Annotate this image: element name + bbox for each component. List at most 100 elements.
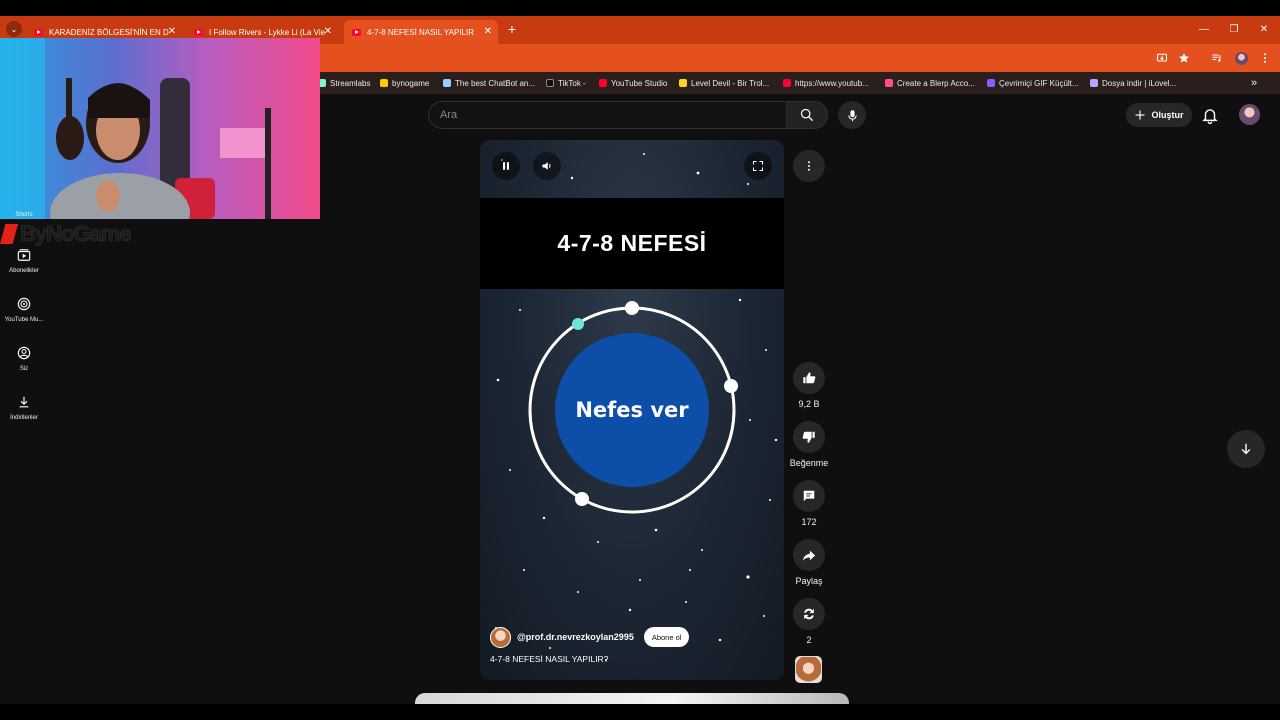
more-options-button[interactable] [793, 150, 825, 182]
bookmark-favicon-icon [380, 79, 388, 87]
create-button[interactable]: Oluştur [1126, 103, 1192, 127]
bookmark-item[interactable]: bynogame [380, 76, 429, 90]
share-button[interactable] [793, 539, 825, 571]
progress-dot [572, 318, 584, 330]
fullscreen-button[interactable] [744, 152, 772, 180]
bookmark-favicon-icon [1090, 79, 1098, 87]
account-avatar[interactable] [1239, 104, 1260, 125]
pause-button[interactable] [492, 152, 520, 180]
share-label: Paylaş [795, 576, 823, 586]
install-app-icon[interactable] [1154, 50, 1170, 66]
bookmark-favicon-icon [599, 79, 607, 87]
sidebar-item-subscriptions[interactable]: Abonelikler [0, 248, 48, 274]
sidebar-item-downloads[interactable]: İndirilenler [0, 395, 48, 421]
comment-count: 172 [801, 517, 817, 527]
voice-search-button[interactable] [838, 101, 866, 129]
bookmark-item[interactable]: Streamlabs [318, 76, 370, 90]
tab-title: KARADENİZ BÖLGESİ'NİN EN D [49, 27, 169, 37]
media-controls-icon[interactable] [1209, 50, 1225, 66]
comment-icon [803, 490, 815, 502]
new-tab-button[interactable]: + [505, 20, 519, 38]
tab-close-icon[interactable]: ✕ [168, 26, 176, 37]
dislike-action: Beğenme [782, 421, 836, 468]
next-short-preview[interactable] [415, 693, 849, 704]
fullscreen-icon [752, 160, 764, 172]
search-button[interactable] [786, 101, 828, 129]
tab-close-icon[interactable]: ✕ [324, 26, 332, 37]
browser-tab-active[interactable]: 4-7-8 NEFESİ NASIL YAPILIR ✕ [344, 20, 498, 44]
channel-avatar[interactable] [490, 626, 511, 648]
bookmark-item[interactable]: TikTok - [546, 76, 586, 90]
comments-action: 172 [782, 480, 836, 527]
remix-button[interactable] [793, 598, 825, 630]
volume-button[interactable] [533, 152, 561, 180]
dislike-button[interactable] [793, 421, 825, 453]
tab-title: I Follow Rivers - Lykke Li (La Vie [209, 27, 326, 37]
youtube-favicon-icon [352, 28, 361, 36]
letterbox-top [0, 0, 1280, 16]
youtube-favicon-icon [34, 28, 43, 36]
audio-source-thumbnail[interactable] [795, 656, 822, 683]
bookmark-item[interactable]: YouTube Studio [599, 76, 667, 90]
video-title[interactable]: 4-7-8 NEFESİ NASIL YAPILIR? [490, 654, 608, 664]
profile-avatar-icon[interactable] [1233, 50, 1249, 66]
sidebar-item-shorts[interactable]: Shorts [0, 212, 48, 218]
bookmark-item[interactable]: https://www.youtub... [783, 76, 869, 90]
ring-marker [575, 492, 589, 506]
tab-title: 4-7-8 NEFESİ NASIL YAPILIR [367, 27, 475, 37]
close-window-button[interactable]: ✕ [1254, 20, 1274, 38]
ring-marker [625, 301, 639, 315]
sidebar-item-label: Siz [19, 366, 29, 372]
next-video-button[interactable] [1227, 430, 1265, 468]
bookmarks-more-button[interactable]: » [1251, 76, 1257, 90]
channel-handle[interactable]: @prof.dr.nevrezkoylan2995 [517, 632, 634, 642]
youtube-favicon-icon [194, 28, 203, 36]
bookmark-item[interactable]: Çevrimiçi GIF Küçült... [987, 76, 1079, 90]
tab-close-icon[interactable]: ✕ [484, 26, 492, 37]
sidebar-item-youtube-music[interactable]: YouTube Mu... [0, 297, 48, 323]
like-button[interactable] [793, 362, 825, 394]
dislike-label: Beğenme [789, 458, 829, 468]
shorts-player[interactable]: 4-7-8 NEFESİ Nefes ver @prof.dr.nevrezko… [480, 140, 784, 680]
subscribe-button[interactable]: Abone ol [643, 627, 690, 647]
volume-icon [542, 162, 551, 170]
search-icon [800, 108, 814, 122]
bookmark-favicon-icon [783, 79, 791, 87]
letterbox-bottom [0, 704, 1280, 720]
more-vertical-icon [808, 161, 810, 171]
pause-icon [503, 162, 509, 170]
minimize-button[interactable]: — [1194, 20, 1214, 38]
breathing-animation: Nefes ver [528, 301, 738, 514]
sidebar-item-you[interactable]: Siz [0, 346, 48, 372]
arrow-down-icon [1241, 443, 1251, 455]
comments-button[interactable] [793, 480, 825, 512]
channel-row: @prof.dr.nevrezkoylan2995 Abone ol [490, 626, 690, 648]
bookmark-item[interactable]: Dosya indir | iLovel... [1090, 76, 1176, 90]
bynogame-logo-icon [0, 224, 18, 244]
share-icon [802, 550, 816, 561]
bookmark-favicon-icon [546, 79, 554, 87]
browser-menu-icon[interactable] [1257, 50, 1273, 66]
like-action: 9,2 B [782, 362, 836, 409]
thumbs-down-icon [802, 431, 815, 443]
bookmark-item[interactable]: Create a Blerp Acco... [885, 76, 975, 90]
sidebar-item-label: İndirilenler [10, 415, 38, 421]
user-circle-icon [17, 346, 31, 360]
tab-list-button[interactable]: ⌄ [6, 21, 22, 37]
download-icon [19, 396, 29, 408]
sidebar-item-label: Shorts [15, 212, 33, 218]
bookmark-favicon-icon [443, 79, 451, 87]
breath-instruction: Nefes ver [575, 398, 689, 422]
bell-icon [1202, 109, 1218, 125]
notifications-button[interactable] [1201, 106, 1219, 125]
maximize-button[interactable]: ❐ [1224, 20, 1244, 38]
streamer-webcam-image [0, 38, 320, 219]
bookmark-item[interactable]: The best ChatBot an... [443, 76, 535, 90]
bookmark-favicon-icon [987, 79, 995, 87]
bookmark-star-icon[interactable] [1176, 50, 1192, 66]
bookmark-item[interactable]: Level Devil - Bir Trol... [679, 76, 769, 90]
plus-icon [1135, 110, 1145, 120]
search-input[interactable]: Ara [428, 101, 786, 129]
youtube-music-icon [17, 297, 31, 311]
like-count: 9,2 B [798, 399, 820, 409]
